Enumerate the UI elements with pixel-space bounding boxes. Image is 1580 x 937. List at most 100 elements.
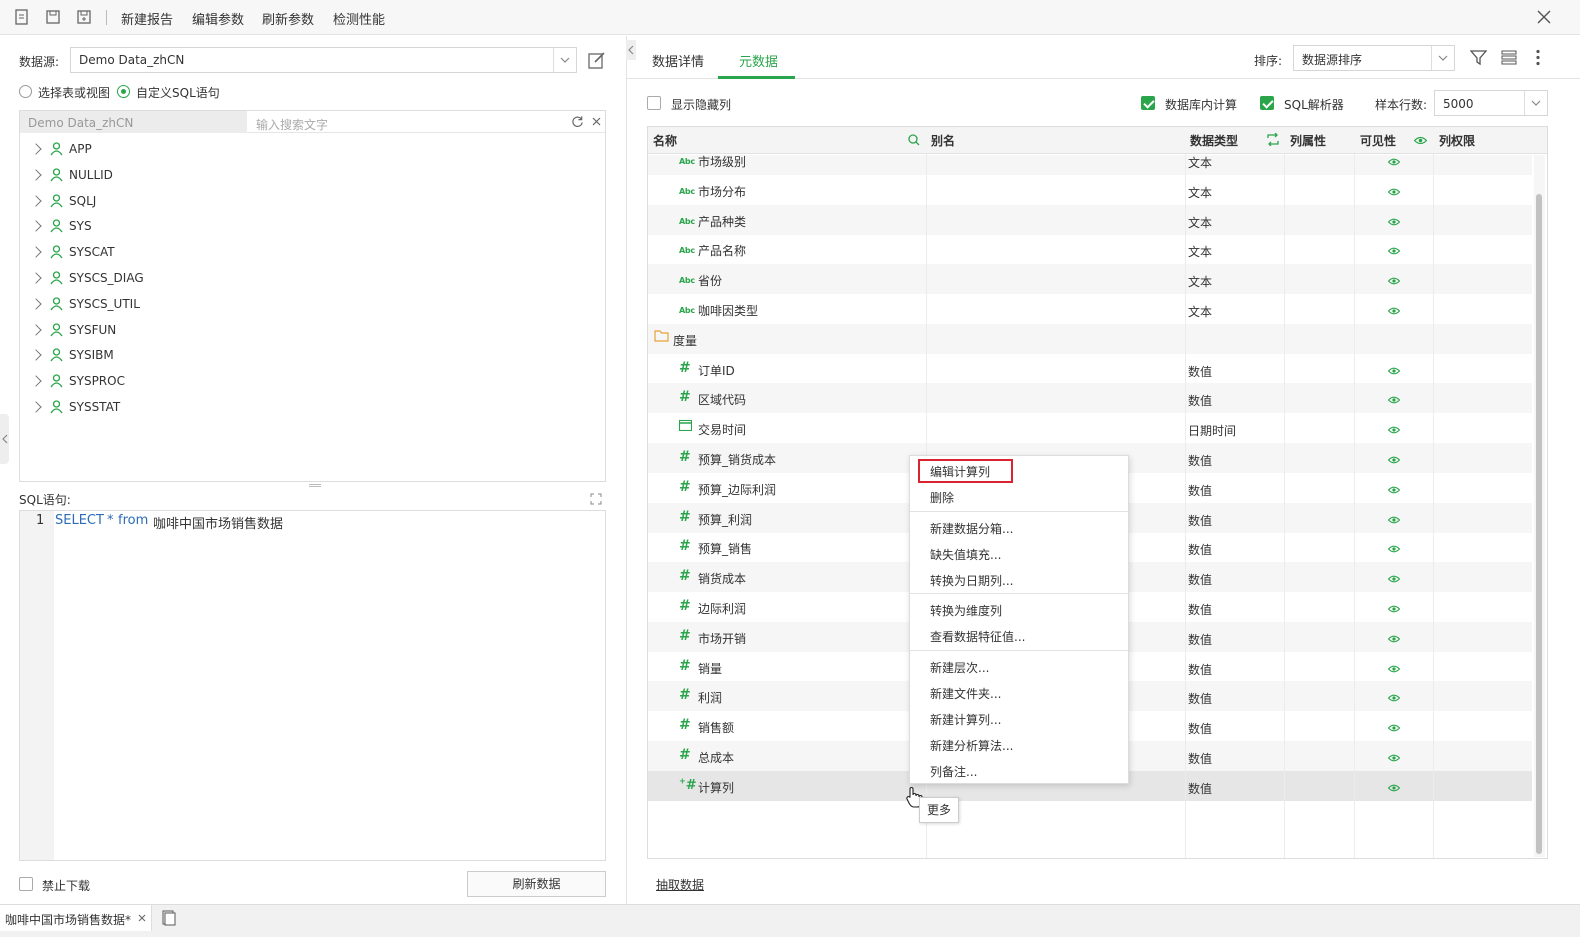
- chevron-right-icon[interactable]: [30, 323, 42, 336]
- edit-datasource-icon[interactable]: [587, 50, 607, 70]
- collapse-handle-top[interactable]: [626, 40, 636, 60]
- tab-metadata[interactable]: 元数据: [739, 51, 778, 70]
- save-as-icon[interactable]: [75, 8, 93, 26]
- chevron-right-icon[interactable]: [30, 246, 42, 258]
- radio-table-view[interactable]: [19, 85, 32, 98]
- menu-convert-dimension[interactable]: 转换为维度列: [930, 602, 1002, 619]
- header-alias[interactable]: 别名: [931, 132, 955, 149]
- table-row[interactable]: Abc 市场分布 文本: [648, 175, 1532, 205]
- visibility-eye-icon[interactable]: [1387, 781, 1401, 795]
- disable-download-checkbox[interactable]: [19, 877, 33, 891]
- chevron-right-icon[interactable]: [30, 143, 42, 155]
- folder-row[interactable]: 度量: [648, 323, 1532, 354]
- visibility-eye-icon[interactable]: [1387, 483, 1401, 497]
- header-name[interactable]: 名称: [653, 132, 677, 149]
- chevron-right-icon[interactable]: [30, 375, 42, 387]
- chevron-right-icon[interactable]: [30, 349, 42, 362]
- menu-view-stats[interactable]: 查看数据特征值...: [930, 628, 1025, 645]
- menu-edit-calc-column[interactable]: 编辑计算列: [930, 463, 990, 480]
- menu-new-folder[interactable]: 新建文件夹...: [930, 685, 1001, 702]
- db-compute-checkbox[interactable]: [1141, 96, 1155, 110]
- schema-node[interactable]: SYSCS_DIAG: [30, 267, 144, 289]
- header-type[interactable]: 数据类型: [1190, 132, 1238, 149]
- table-row[interactable]: Abc 省份 文本: [648, 264, 1532, 295]
- filter-icon[interactable]: [1470, 49, 1487, 66]
- chevron-right-icon[interactable]: [30, 272, 42, 284]
- eye-icon[interactable]: [1414, 136, 1427, 145]
- sample-rows-select[interactable]: 5000: [1434, 90, 1548, 116]
- chevron-right-icon[interactable]: [30, 169, 42, 181]
- document-tab[interactable]: 咖啡中国市场销售数据*: [0, 905, 152, 931]
- menu-delete[interactable]: 删除: [930, 489, 954, 506]
- chevron-right-icon[interactable]: [30, 220, 42, 233]
- table-row[interactable]: Abc 产品种类 文本: [648, 204, 1532, 235]
- schema-node[interactable]: APP: [30, 138, 92, 160]
- header-visibility[interactable]: 可见性: [1360, 132, 1396, 149]
- schema-search-input[interactable]: 输入搜索文字: [247, 111, 605, 133]
- schema-node[interactable]: SYSFUN: [30, 319, 116, 341]
- save-icon[interactable]: [44, 8, 62, 26]
- refresh-params-button[interactable]: 刷新参数: [262, 9, 314, 28]
- tab-data-detail[interactable]: 数据详情: [652, 51, 704, 70]
- visibility-eye-icon[interactable]: [1387, 423, 1401, 437]
- check-performance-button[interactable]: 检测性能: [333, 9, 385, 28]
- table-row[interactable]: # 区域代码 数值: [648, 383, 1532, 414]
- schema-node[interactable]: SYSCS_UTIL: [30, 293, 140, 315]
- add-document-icon[interactable]: [162, 910, 176, 926]
- schema-node[interactable]: SYSSTAT: [30, 396, 120, 418]
- visibility-eye-icon[interactable]: [1387, 364, 1401, 378]
- chevron-right-icon[interactable]: [30, 194, 42, 207]
- new-report-button[interactable]: 新建报告: [121, 9, 173, 28]
- visibility-eye-icon[interactable]: [1387, 215, 1401, 229]
- close-tab-icon[interactable]: [138, 914, 146, 922]
- search-icon[interactable]: [908, 134, 920, 146]
- visibility-eye-icon[interactable]: [1387, 632, 1401, 646]
- visibility-eye-icon[interactable]: [1387, 691, 1401, 705]
- show-hidden-checkbox[interactable]: [647, 96, 661, 110]
- refresh-icon[interactable]: [571, 115, 584, 128]
- table-row[interactable]: Abc 产品名称 文本: [648, 234, 1532, 264]
- close-icon[interactable]: [1537, 10, 1551, 24]
- visibility-eye-icon[interactable]: [1387, 393, 1401, 407]
- visibility-eye-icon[interactable]: [1387, 185, 1401, 199]
- schema-node[interactable]: SYSIBM: [30, 344, 114, 366]
- visibility-eye-icon[interactable]: [1387, 662, 1401, 676]
- schema-node[interactable]: SYSCAT: [30, 241, 115, 263]
- visibility-eye-icon[interactable]: [1387, 751, 1401, 765]
- sql-parser-checkbox[interactable]: [1260, 96, 1274, 110]
- chevron-right-icon[interactable]: [30, 401, 42, 413]
- expand-icon[interactable]: [590, 493, 602, 505]
- grid-scrollbar-thumb[interactable]: [1536, 194, 1542, 854]
- table-row[interactable]: Abc 咖啡因类型 文本: [648, 294, 1532, 324]
- refresh-data-button[interactable]: 刷新数据: [467, 871, 606, 897]
- visibility-eye-icon[interactable]: [1387, 304, 1401, 318]
- visibility-eye-icon[interactable]: [1387, 244, 1401, 258]
- menu-new-analysis[interactable]: 新建分析算法...: [930, 737, 1013, 754]
- table-row[interactable]: 交易时间 日期时间: [648, 413, 1532, 443]
- visibility-eye-icon[interactable]: [1387, 513, 1401, 527]
- collapse-handle-left[interactable]: [0, 414, 9, 464]
- extract-data-link[interactable]: 抽取数据: [656, 876, 704, 893]
- schema-node[interactable]: SYSPROC: [30, 370, 125, 392]
- more-vertical-icon[interactable]: [1535, 49, 1541, 66]
- schema-node[interactable]: SYS: [30, 215, 92, 237]
- menu-fill-missing[interactable]: 缺失值填充...: [930, 546, 1001, 563]
- header-attribute[interactable]: 列属性: [1290, 132, 1326, 149]
- radio-custom-sql[interactable]: [117, 85, 130, 98]
- table-row[interactable]: # 订单ID 数值: [648, 354, 1532, 384]
- header-permission[interactable]: 列权限: [1439, 132, 1475, 149]
- schema-node[interactable]: NULLID: [30, 164, 113, 186]
- convert-icon[interactable]: [1266, 133, 1280, 146]
- clear-icon[interactable]: [592, 117, 601, 126]
- menu-convert-date[interactable]: 转换为日期列...: [930, 572, 1013, 589]
- chevron-right-icon[interactable]: [30, 298, 42, 310]
- visibility-eye-icon[interactable]: [1387, 572, 1401, 586]
- visibility-eye-icon[interactable]: [1387, 453, 1401, 467]
- visibility-eye-icon[interactable]: [1387, 602, 1401, 616]
- list-view-icon[interactable]: [1501, 50, 1517, 65]
- datasource-select[interactable]: Demo Data_zhCN: [70, 47, 577, 73]
- edit-params-button[interactable]: 编辑参数: [192, 9, 244, 28]
- sql-editor[interactable]: 1 SELECT * from 咖啡中国市场销售数据: [19, 510, 606, 861]
- menu-column-remark[interactable]: 列备注...: [930, 763, 977, 780]
- menu-new-calc-column[interactable]: 新建计算列...: [930, 711, 1001, 728]
